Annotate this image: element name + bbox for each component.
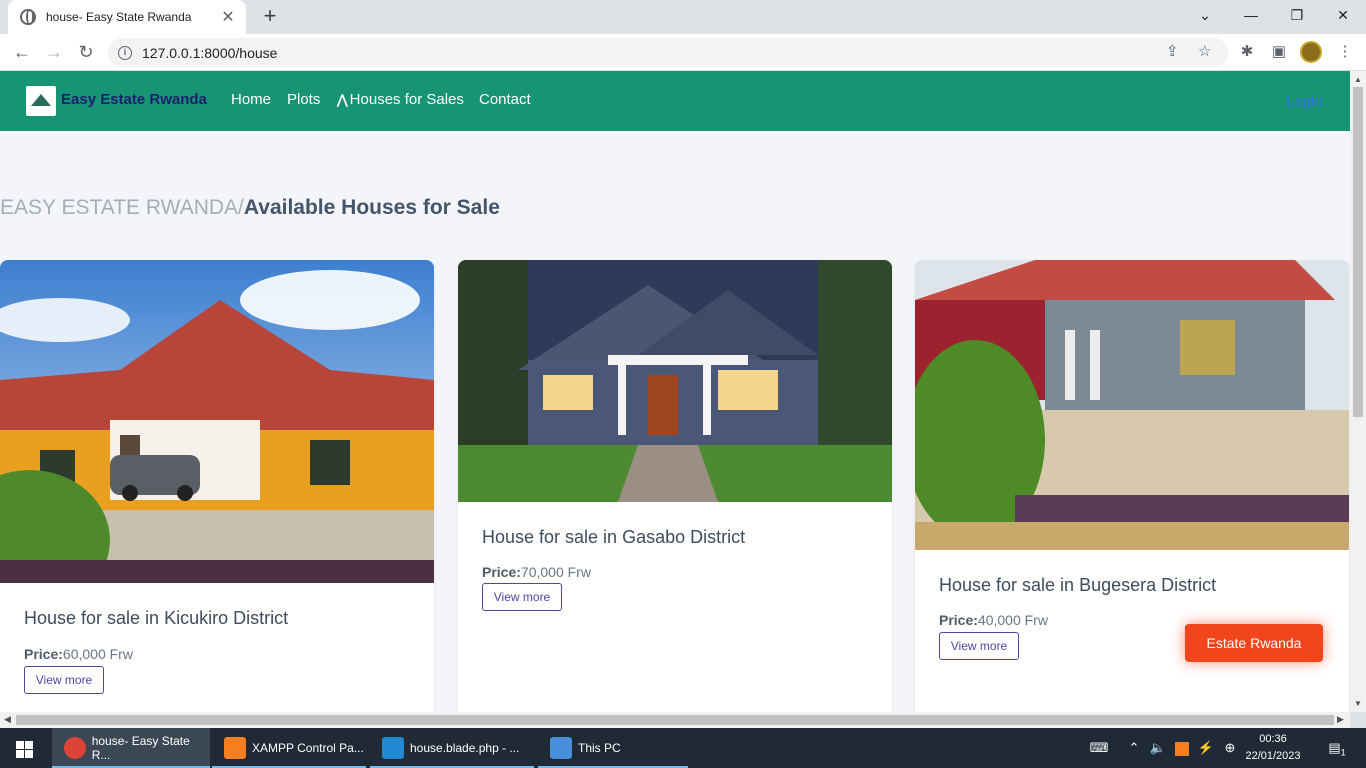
horizontal-scroll-thumb[interactable] (16, 715, 1334, 725)
scroll-right-icon[interactable]: ▶ (1337, 714, 1344, 725)
nav-plots[interactable]: Plots (287, 91, 320, 108)
clock-date: 22/01/2023 (1245, 750, 1301, 762)
windows-taskbar: house- Easy State R... XAMPP Control Pa.… (0, 728, 1366, 768)
estate-rwanda-floating-button[interactable]: Estate Rwanda (1185, 624, 1323, 662)
system-clock[interactable]: 00:36 22/01/2023 (1240, 731, 1306, 765)
price-label: Price: (939, 612, 978, 628)
clock-time: 00:36 (1259, 733, 1287, 745)
notifications-icon[interactable]: ▤1 (1322, 728, 1352, 768)
price-label: Price: (24, 646, 63, 662)
card-title: House for sale in Bugesera District (939, 575, 1217, 595)
browser-tab-strip: house- Easy State Rwanda ✕ + ⌄ — ❐ ✕ (0, 0, 1366, 34)
house-photo (915, 260, 1349, 550)
taskbar-item-label: house- Easy State R... (91, 734, 190, 762)
page-title: Available Houses for Sale (243, 196, 500, 219)
address-bar[interactable]: i 127.0.0.1:8000/house ⇪ ☆ (108, 38, 1228, 67)
nav-houses-label: Houses for Sales (349, 91, 464, 108)
profile-avatar[interactable] (1300, 41, 1322, 63)
breadcrumb: EASY ESTATE RWANDA/Available Houses for … (0, 196, 500, 220)
card-price: Price:70,000 Frw (482, 564, 591, 580)
taskbar-item-chrome[interactable]: house- Easy State R... (52, 728, 210, 768)
keyboard-icon[interactable]: ⌨ (1086, 728, 1112, 768)
view-more-button[interactable]: View more (482, 583, 562, 611)
house-card: House for sale in Gasabo District Price:… (458, 260, 892, 712)
house-photo-gasabo (458, 260, 892, 502)
scroll-left-icon[interactable]: ◀ (4, 714, 11, 725)
price-value: 70,000 Frw (520, 564, 591, 580)
house-photo-bugesera (915, 260, 1349, 550)
card-price: Price:40,000 Frw (939, 612, 1048, 628)
computer-icon (550, 737, 572, 759)
tab-search-icon[interactable]: ⌄ (1182, 0, 1228, 30)
minimize-icon[interactable]: — (1228, 0, 1274, 30)
restore-icon[interactable]: ❐ (1274, 0, 1320, 30)
browser-tab[interactable]: house- Easy State Rwanda ✕ (8, 0, 246, 34)
taskbar-item-label: house.blade.php - ... (410, 741, 520, 755)
taskbar-item-vscode[interactable]: house.blade.php - ... (370, 728, 534, 768)
menu-icon[interactable]: ⋮ (1334, 41, 1356, 63)
scroll-up-icon[interactable]: ▲ (1354, 75, 1362, 84)
breadcrumb-root: EASY ESTATE RWANDA/ (0, 196, 244, 219)
house-photo (0, 260, 434, 583)
brand-name[interactable]: Easy Estate Rwanda (61, 91, 207, 108)
taskbar-item-label: This PC (578, 741, 621, 755)
side-panel-icon[interactable]: ▣ (1268, 41, 1290, 63)
forward-icon[interactable]: → (42, 40, 66, 64)
nav-home[interactable]: Home (231, 91, 271, 108)
url-text[interactable]: 127.0.0.1:8000/house (142, 45, 277, 61)
view-more-button[interactable]: View more (939, 632, 1019, 660)
close-tab-icon[interactable]: ✕ (220, 7, 236, 27)
nav-contact[interactable]: Contact (479, 91, 531, 108)
login-link[interactable]: Login (1286, 93, 1323, 110)
windows-start-icon[interactable] (0, 728, 48, 768)
power-icon[interactable]: ⚡ (1196, 728, 1216, 768)
tab-title: house- Easy State Rwanda (46, 10, 192, 24)
close-window-icon[interactable]: ✕ (1320, 0, 1366, 30)
brand-logo[interactable] (26, 86, 56, 116)
card-price: Price:60,000 Frw (24, 646, 133, 662)
house-photo (458, 260, 892, 502)
taskbar-item-xampp[interactable]: XAMPP Control Pa... (212, 728, 366, 768)
xampp-icon (224, 737, 246, 759)
share-icon[interactable]: ⇪ (1166, 42, 1179, 60)
extensions-icon[interactable]: ✱ (1236, 41, 1258, 63)
house-card: House for sale in Kicukiro District Pric… (0, 260, 434, 712)
scroll-down-icon[interactable]: ▼ (1354, 699, 1362, 708)
new-tab-button[interactable]: + (258, 4, 282, 28)
horizontal-scrollbar[interactable]: ◀ ▶ (0, 712, 1350, 728)
reload-icon[interactable]: ↻ (74, 40, 98, 64)
view-more-button[interactable]: View more (24, 666, 104, 694)
price-label: Price: (482, 564, 521, 580)
site-navbar: Easy Estate Rwanda Home Plots ⋀ Houses fo… (0, 71, 1350, 131)
vscode-icon (382, 737, 404, 759)
back-icon[interactable]: ← (10, 40, 34, 64)
card-title: House for sale in Gasabo District (482, 527, 746, 547)
xampp-tray-icon[interactable] (1172, 728, 1192, 768)
page-viewport: Easy Estate Rwanda Home Plots ⋀ Houses fo… (0, 71, 1350, 712)
volume-icon[interactable]: 🔈 (1148, 728, 1168, 768)
houses-icon: ⋀ (337, 92, 348, 107)
taskbar-item-this-pc[interactable]: This PC (538, 728, 688, 768)
card-title: House for sale in Kicukiro District (24, 608, 289, 628)
chrome-icon (64, 737, 86, 759)
price-value: 40,000 Frw (977, 612, 1048, 628)
browser-toolbar: ← → ↻ i 127.0.0.1:8000/house ⇪ ☆ ✱ ▣ ⋮ (0, 34, 1366, 71)
price-value: 60,000 Frw (62, 646, 133, 662)
chevron-up-icon[interactable]: ⌃ (1124, 728, 1144, 768)
globe-icon (20, 9, 36, 25)
network-icon[interactable]: ⊕ (1220, 728, 1240, 768)
info-icon[interactable]: i (118, 45, 132, 60)
vertical-scroll-thumb[interactable] (1353, 87, 1363, 417)
taskbar-item-label: XAMPP Control Pa... (252, 741, 364, 755)
house-photo-kicukiro (0, 260, 434, 583)
vertical-scrollbar[interactable]: ▲ ▼ (1350, 71, 1366, 712)
bookmark-star-icon[interactable]: ☆ (1198, 42, 1211, 60)
nav-houses[interactable]: ⋀ Houses for Sales (337, 91, 464, 108)
